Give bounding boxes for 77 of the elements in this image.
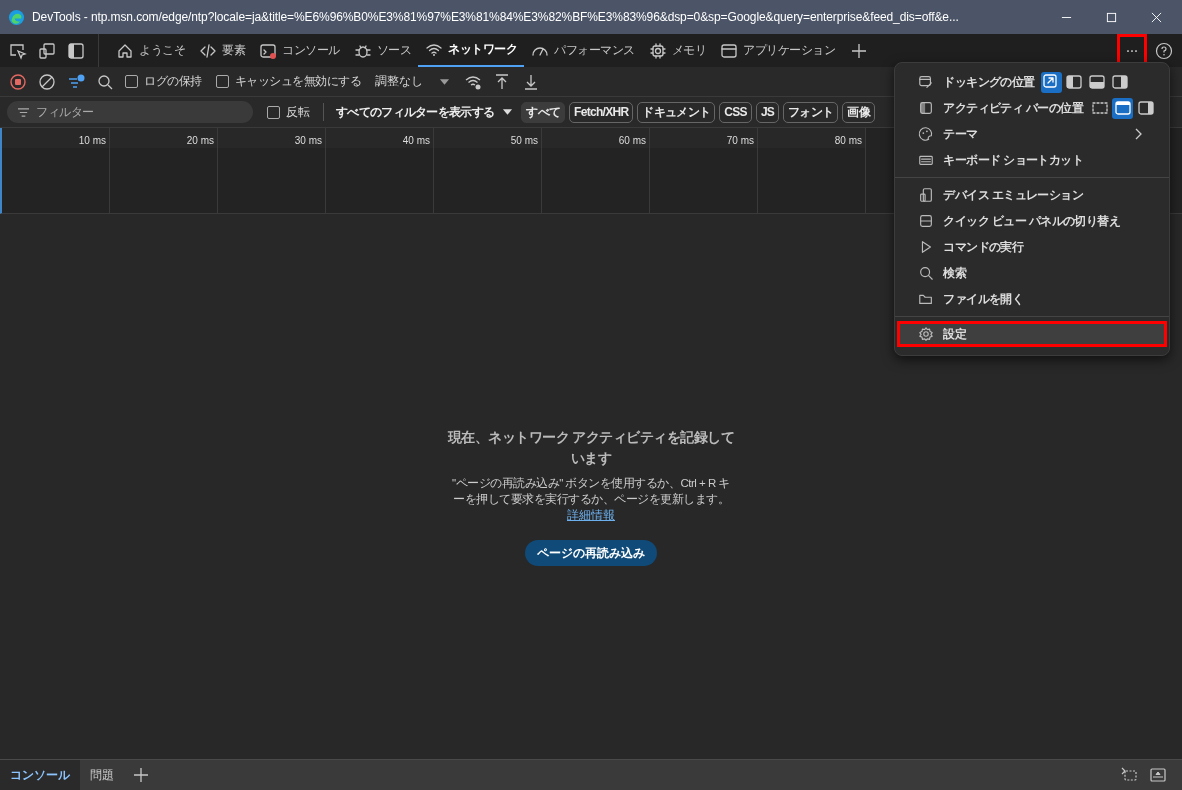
- type-filter-chip[interactable]: CSS: [719, 101, 752, 123]
- panel-tab[interactable]: メモリ: [641, 34, 713, 67]
- chip-icon: [648, 41, 667, 60]
- panel-tab[interactable]: コンソール: [252, 34, 347, 67]
- add-icon[interactable]: [850, 41, 868, 60]
- dropdown-caret-icon[interactable]: [439, 77, 450, 86]
- help-icon[interactable]: [1155, 41, 1173, 60]
- browser-logo-icon: [8, 8, 25, 26]
- type-filter-chip[interactable]: フォント: [783, 101, 839, 123]
- filter-icon: [17, 107, 30, 118]
- disable-cache-checkbox[interactable]: キャッシュを無効にする: [215, 73, 361, 90]
- split-panel-icon: [918, 213, 935, 229]
- chevron-right-icon: [1134, 128, 1142, 140]
- menu-item[interactable]: クイック ビュー パネルの切り替え: [897, 208, 1167, 234]
- menu-item[interactable]: ドッキングの位置: [897, 69, 1167, 95]
- filter-field[interactable]: フィルター: [7, 101, 253, 123]
- type-filter-chip[interactable]: ドキュメント: [637, 101, 716, 123]
- type-filter-chip[interactable]: Fetch/XHR: [569, 101, 634, 123]
- window-title: DevTools - ntp.msn.com/edge/ntp?locale=ja&title=%E6%96%B0%E3%81%97%E3%81%84%E3%82%BF%E3%83%96&dsp=0&sp=Google&query=enterprise&feed_dis=off&e...: [32, 10, 960, 24]
- preserve-log-checkbox[interactable]: ログの保持: [125, 73, 202, 90]
- empty-state-text: "ページの再読み込み" ボタンを使用するか、Ctrl + R キーを押して要求を実行するか、ページを更新します。: [451, 476, 731, 507]
- panel-tab[interactable]: 要素: [192, 34, 252, 67]
- menu-item[interactable]: アクティビティ バーの位置: [897, 95, 1167, 121]
- timeline-tick-label: 80 ms: [834, 135, 862, 146]
- timeline-tick-label: 50 ms: [510, 135, 538, 146]
- palette-icon: [918, 126, 935, 142]
- window-icon: [720, 41, 738, 60]
- drawer-tab[interactable]: コンソール: [0, 760, 80, 790]
- close-icon[interactable]: [1151, 11, 1162, 23]
- throttling-dropdown[interactable]: 調整なし: [375, 73, 423, 90]
- record-icon[interactable]: [9, 72, 27, 91]
- type-filter-chip[interactable]: JS: [755, 101, 780, 123]
- dropdown-caret-icon[interactable]: [502, 108, 514, 116]
- menu-item[interactable]: デバイス エミュレーション: [897, 182, 1167, 208]
- download-icon[interactable]: [522, 72, 540, 91]
- invert-checkbox[interactable]: 反転: [267, 103, 309, 121]
- panel-tab[interactable]: ソース: [346, 34, 418, 67]
- more-icon: [1126, 47, 1138, 54]
- panel-tab[interactable]: パフォーマンス: [524, 34, 642, 67]
- type-filter-chip[interactable]: すべて: [521, 101, 566, 123]
- timeline-tick-label: 10 ms: [78, 135, 106, 146]
- sidebar-icon[interactable]: [67, 41, 85, 60]
- menu-item[interactable]: コマンドの実行: [897, 234, 1167, 260]
- panel-tab[interactable]: アプリケーション: [713, 34, 842, 67]
- add-icon[interactable]: [132, 766, 150, 784]
- reload-page-button[interactable]: ページの再読み込み: [525, 540, 657, 566]
- menu-item[interactable]: 設定: [897, 321, 1167, 347]
- panel-tab[interactable]: ようこそ: [109, 34, 192, 67]
- empty-state-title: 現在、ネットワーク アクティビティを記録しています: [446, 429, 736, 468]
- timeline-tick-label: 70 ms: [726, 135, 754, 146]
- maximize-icon[interactable]: [1106, 11, 1117, 23]
- drawer-tab[interactable]: 問題: [80, 760, 124, 790]
- device-icon[interactable]: [38, 41, 56, 60]
- panel-icon: [918, 100, 935, 116]
- inspect-icon[interactable]: [9, 41, 27, 60]
- search-icon[interactable]: [96, 72, 114, 91]
- type-filter-chip[interactable]: 画像: [842, 101, 875, 123]
- dock-icon: [918, 74, 935, 90]
- settings-icon: [918, 326, 935, 342]
- learn-more-link[interactable]: 詳細情報: [567, 507, 615, 524]
- menu-item[interactable]: ファイルを開く: [897, 286, 1167, 312]
- upload-icon[interactable]: [493, 72, 511, 91]
- more-filters-dropdown[interactable]: すべてのフィルターを表示する: [336, 103, 495, 121]
- undock-drawer-icon[interactable]: [1120, 766, 1138, 784]
- clear-icon[interactable]: [38, 72, 56, 91]
- device-icon: [918, 187, 935, 203]
- search-icon: [918, 265, 935, 281]
- menu-item[interactable]: キーボード ショートカット: [897, 147, 1167, 173]
- timeline-tick-label: 30 ms: [294, 135, 322, 146]
- menu-item[interactable]: 検索: [897, 260, 1167, 286]
- menu-item[interactable]: テーマ: [897, 121, 1167, 147]
- filter-icon[interactable]: [67, 72, 85, 91]
- timeline-tick-label: 60 ms: [618, 135, 646, 146]
- drawer-panel-icon[interactable]: [1149, 766, 1167, 784]
- timeline-tick-label: 20 ms: [186, 135, 214, 146]
- timeline-tick-label: 40 ms: [402, 135, 430, 146]
- console-icon: [259, 41, 277, 60]
